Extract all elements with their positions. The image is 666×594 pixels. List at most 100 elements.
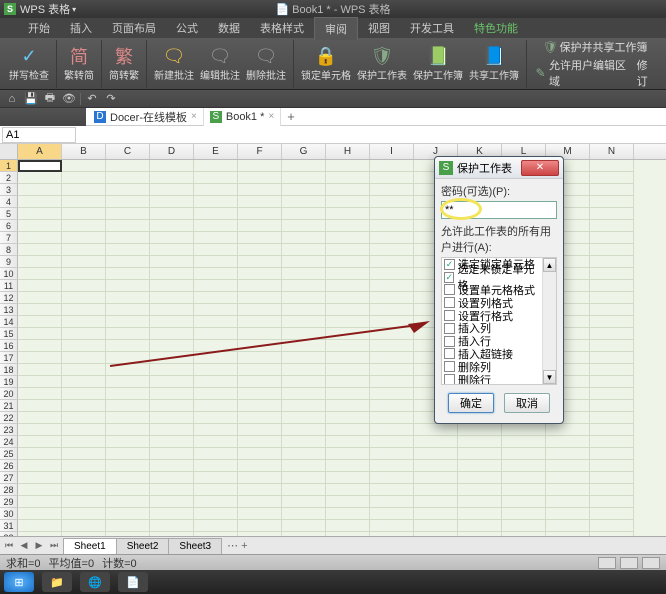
cell[interactable] (282, 232, 326, 244)
cell[interactable] (326, 316, 370, 328)
cell[interactable] (106, 520, 150, 532)
menu-审阅[interactable]: 审阅 (314, 17, 358, 40)
column-header-E[interactable]: E (194, 144, 238, 159)
cell[interactable] (18, 304, 62, 316)
cell[interactable] (194, 328, 238, 340)
cell[interactable] (590, 412, 634, 424)
cell[interactable] (194, 412, 238, 424)
cell[interactable] (62, 220, 106, 232)
cell[interactable] (106, 424, 150, 436)
cell[interactable] (62, 532, 106, 536)
active-cell[interactable] (18, 160, 62, 172)
cell[interactable] (238, 244, 282, 256)
cell[interactable] (590, 256, 634, 268)
column-header-A[interactable]: A (18, 144, 62, 159)
cell[interactable] (106, 184, 150, 196)
cell[interactable] (106, 352, 150, 364)
cell[interactable] (370, 184, 414, 196)
cell[interactable] (150, 376, 194, 388)
cell[interactable] (370, 316, 414, 328)
cell[interactable] (326, 232, 370, 244)
cell[interactable] (282, 376, 326, 388)
cell[interactable] (326, 496, 370, 508)
menu-页面布局[interactable]: 页面布局 (102, 17, 166, 39)
cell[interactable] (62, 160, 106, 172)
cell[interactable] (238, 340, 282, 352)
cell[interactable] (326, 448, 370, 460)
cell[interactable] (194, 256, 238, 268)
cell[interactable] (194, 196, 238, 208)
cell[interactable] (62, 352, 106, 364)
cell[interactable] (106, 220, 150, 232)
simp-to-trad-button[interactable]: 繁 简转繁 (106, 44, 142, 83)
row-header-16[interactable]: 16 (0, 340, 18, 352)
cell[interactable] (194, 304, 238, 316)
cell[interactable] (282, 280, 326, 292)
cell[interactable] (62, 172, 106, 184)
cell[interactable] (150, 508, 194, 520)
cell[interactable] (370, 232, 414, 244)
cell[interactable] (458, 496, 502, 508)
cell[interactable] (282, 460, 326, 472)
start-button[interactable]: ⊞ (4, 572, 34, 592)
cell[interactable] (150, 532, 194, 536)
cell[interactable] (18, 388, 62, 400)
row-header-13[interactable]: 13 (0, 304, 18, 316)
cell[interactable] (326, 412, 370, 424)
cell[interactable] (590, 292, 634, 304)
cell[interactable] (150, 316, 194, 328)
cell[interactable] (502, 532, 546, 536)
cell[interactable] (150, 472, 194, 484)
cell[interactable] (194, 460, 238, 472)
checkbox-icon[interactable] (444, 348, 455, 359)
cell[interactable] (590, 520, 634, 532)
cell[interactable] (370, 424, 414, 436)
cell[interactable] (502, 448, 546, 460)
cell[interactable] (326, 352, 370, 364)
taskbar-app-1[interactable]: 📁 (42, 572, 72, 592)
new-comment-button[interactable]: 🗨 新建批注 (151, 44, 197, 83)
checkbox-icon[interactable] (444, 361, 455, 372)
cell[interactable] (150, 220, 194, 232)
view-break-button[interactable] (642, 557, 660, 569)
row-header-24[interactable]: 24 (0, 436, 18, 448)
cell[interactable] (590, 508, 634, 520)
cell[interactable] (150, 436, 194, 448)
cell[interactable] (194, 232, 238, 244)
cell[interactable] (282, 304, 326, 316)
cell[interactable] (106, 448, 150, 460)
checkbox-icon[interactable] (444, 297, 455, 308)
checkbox-icon[interactable] (444, 284, 455, 295)
cell[interactable] (458, 520, 502, 532)
cell[interactable] (106, 436, 150, 448)
cell[interactable] (194, 448, 238, 460)
menu-插入[interactable]: 插入 (60, 17, 102, 39)
cell[interactable] (546, 520, 590, 532)
cell[interactable] (238, 256, 282, 268)
cell[interactable] (194, 160, 238, 172)
checkbox-icon[interactable] (444, 310, 455, 321)
row-header-18[interactable]: 18 (0, 364, 18, 376)
cell[interactable] (326, 304, 370, 316)
cell[interactable] (370, 448, 414, 460)
cell[interactable] (370, 532, 414, 536)
cell[interactable] (326, 184, 370, 196)
cell[interactable] (370, 364, 414, 376)
cell[interactable] (62, 436, 106, 448)
select-all-corner[interactable] (0, 144, 18, 160)
cell[interactable] (238, 412, 282, 424)
cell[interactable] (18, 436, 62, 448)
cell[interactable] (238, 424, 282, 436)
cell[interactable] (590, 172, 634, 184)
cell[interactable] (370, 172, 414, 184)
cell[interactable] (282, 172, 326, 184)
cell[interactable] (546, 532, 590, 536)
row-header-27[interactable]: 27 (0, 472, 18, 484)
row-header-26[interactable]: 26 (0, 460, 18, 472)
cell[interactable] (150, 352, 194, 364)
cell[interactable] (62, 256, 106, 268)
row-header-20[interactable]: 20 (0, 388, 18, 400)
cell[interactable] (106, 208, 150, 220)
cell[interactable] (238, 520, 282, 532)
cell[interactable] (18, 184, 62, 196)
